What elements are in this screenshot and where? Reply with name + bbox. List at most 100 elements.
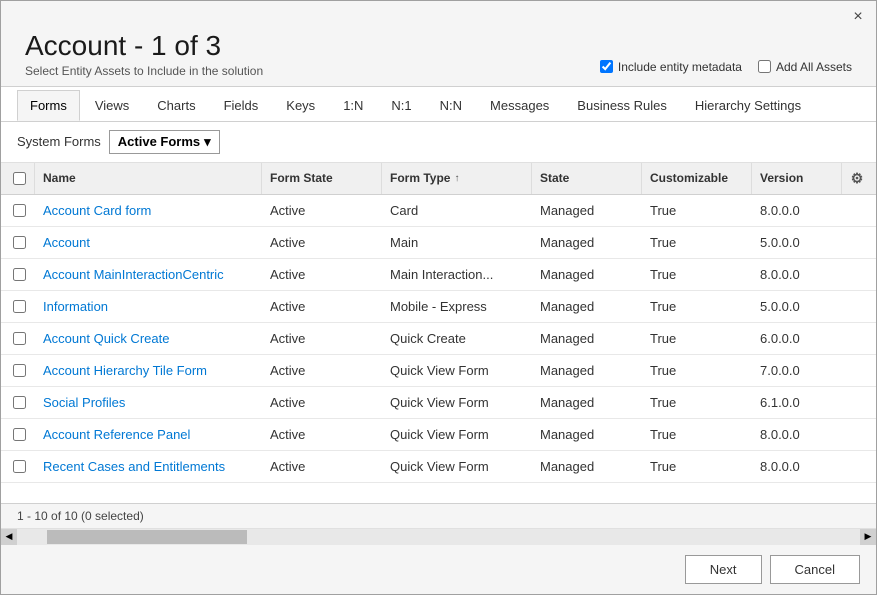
row-state: Managed [532, 419, 642, 450]
tab-business-rules[interactable]: Business Rules [564, 90, 680, 121]
tab-n1[interactable]: N:1 [378, 90, 424, 121]
settings-gear-icon[interactable]: ⚙ [851, 170, 864, 187]
scroll-track [17, 529, 860, 545]
row-customizable: True [642, 323, 752, 354]
col-customizable: Customizable [642, 163, 752, 194]
row-checkbox[interactable] [13, 268, 26, 281]
scroll-right-button[interactable]: ▶ [860, 529, 876, 545]
scroll-left-button[interactable]: ◀ [1, 529, 17, 545]
col-form-type-label: Form Type [390, 171, 450, 185]
row-checkbox[interactable] [13, 460, 26, 473]
row-settings-cell [842, 323, 872, 354]
table-container: Name Form State Form Type ↑ State Custom… [1, 163, 876, 503]
col-state: State [532, 163, 642, 194]
row-name[interactable]: Social Profiles [35, 387, 262, 418]
tab-keys[interactable]: Keys [273, 90, 328, 121]
row-form-state: Active [262, 355, 382, 386]
row-checkbox-cell [5, 387, 35, 418]
add-all-assets-label[interactable]: Add All Assets [758, 60, 852, 74]
row-state: Managed [532, 355, 642, 386]
include-metadata-label[interactable]: Include entity metadata [600, 60, 742, 74]
tab-views[interactable]: Views [82, 90, 142, 121]
table-body: Account Card formActiveCardManagedTrue8.… [1, 195, 876, 503]
system-forms-label: System Forms [17, 134, 101, 149]
active-forms-button[interactable]: Active Forms ▾ [109, 130, 220, 154]
row-customizable: True [642, 291, 752, 322]
tabs-bar: Forms Views Charts Fields Keys 1:N N:1 N… [1, 86, 876, 122]
row-name[interactable]: Account Reference Panel [35, 419, 262, 450]
row-version: 8.0.0.0 [752, 259, 842, 290]
tab-hierarchy-settings[interactable]: Hierarchy Settings [682, 90, 814, 121]
row-settings-cell [842, 419, 872, 450]
row-form-type: Quick View Form [382, 355, 532, 386]
table-row: Account Card formActiveCardManagedTrue8.… [1, 195, 876, 227]
tab-1n[interactable]: 1:N [330, 90, 376, 121]
table-header: Name Form State Form Type ↑ State Custom… [1, 163, 876, 195]
row-checkbox[interactable] [13, 204, 26, 217]
cancel-button[interactable]: Cancel [770, 555, 860, 584]
row-customizable: True [642, 259, 752, 290]
scroll-thumb[interactable] [47, 530, 247, 544]
include-metadata-checkbox[interactable] [600, 60, 613, 73]
row-settings-cell [842, 387, 872, 418]
row-state: Managed [532, 227, 642, 258]
row-form-type: Quick View Form [382, 387, 532, 418]
row-name[interactable]: Account [35, 227, 262, 258]
row-checkbox[interactable] [13, 332, 26, 345]
col-form-type[interactable]: Form Type ↑ [382, 163, 532, 194]
row-form-state: Active [262, 259, 382, 290]
tab-nn[interactable]: N:N [427, 90, 475, 121]
row-checkbox[interactable] [13, 300, 26, 313]
main-dialog: × Account - 1 of 3 Select Entity Assets … [0, 0, 877, 595]
row-settings-cell [842, 259, 872, 290]
tab-messages[interactable]: Messages [477, 90, 562, 121]
tab-forms[interactable]: Forms [17, 90, 80, 121]
dialog-title: Account - 1 of 3 [25, 31, 263, 62]
tab-charts[interactable]: Charts [144, 90, 208, 121]
row-version: 8.0.0.0 [752, 451, 842, 482]
add-all-assets-checkbox[interactable] [758, 60, 771, 73]
next-button[interactable]: Next [685, 555, 762, 584]
row-name[interactable]: Account Card form [35, 195, 262, 226]
row-customizable: True [642, 355, 752, 386]
row-form-type: Quick Create [382, 323, 532, 354]
dialog-subtitle: Select Entity Assets to Include in the s… [25, 64, 263, 78]
tab-fields[interactable]: Fields [211, 90, 272, 121]
row-state: Managed [532, 451, 642, 482]
col-form-state: Form State [262, 163, 382, 194]
row-checkbox[interactable] [13, 364, 26, 377]
row-form-type: Card [382, 195, 532, 226]
sort-icon: ↑ [454, 173, 459, 184]
select-all-checkbox[interactable] [13, 172, 26, 185]
row-name[interactable]: Information [35, 291, 262, 322]
row-name[interactable]: Account MainInteractionCentric [35, 259, 262, 290]
bottom-bar: 1 - 10 of 10 (0 selected) ◀ ▶ Next Cance… [1, 503, 876, 594]
pagination-label: 1 - 10 of 10 (0 selected) [17, 509, 144, 523]
row-checkbox[interactable] [13, 236, 26, 249]
row-version: 6.0.0.0 [752, 323, 842, 354]
row-name[interactable]: Recent Cases and Entitlements [35, 451, 262, 482]
col-version: Version [752, 163, 842, 194]
row-form-state: Active [262, 323, 382, 354]
row-name[interactable]: Account Hierarchy Tile Form [35, 355, 262, 386]
row-name[interactable]: Account Quick Create [35, 323, 262, 354]
add-all-assets-text: Add All Assets [776, 60, 852, 74]
table-row: Social ProfilesActiveQuick View FormMana… [1, 387, 876, 419]
row-customizable: True [642, 451, 752, 482]
close-button[interactable]: × [848, 7, 868, 27]
row-checkbox[interactable] [13, 396, 26, 409]
row-form-type: Main [382, 227, 532, 258]
col-name: Name [35, 163, 262, 194]
row-version: 6.1.0.0 [752, 387, 842, 418]
row-form-type: Quick View Form [382, 419, 532, 450]
content-area: System Forms Active Forms ▾ Name Form St… [1, 122, 876, 503]
row-state: Managed [532, 291, 642, 322]
row-checkbox[interactable] [13, 428, 26, 441]
row-checkbox-cell [5, 355, 35, 386]
table-row: Account Quick CreateActiveQuick CreateMa… [1, 323, 876, 355]
system-forms-bar: System Forms Active Forms ▾ [1, 122, 876, 163]
table-row: Recent Cases and EntitlementsActiveQuick… [1, 451, 876, 483]
row-form-type: Mobile - Express [382, 291, 532, 322]
horizontal-scrollbar[interactable]: ◀ ▶ [1, 529, 876, 545]
table-row: Account Hierarchy Tile FormActiveQuick V… [1, 355, 876, 387]
